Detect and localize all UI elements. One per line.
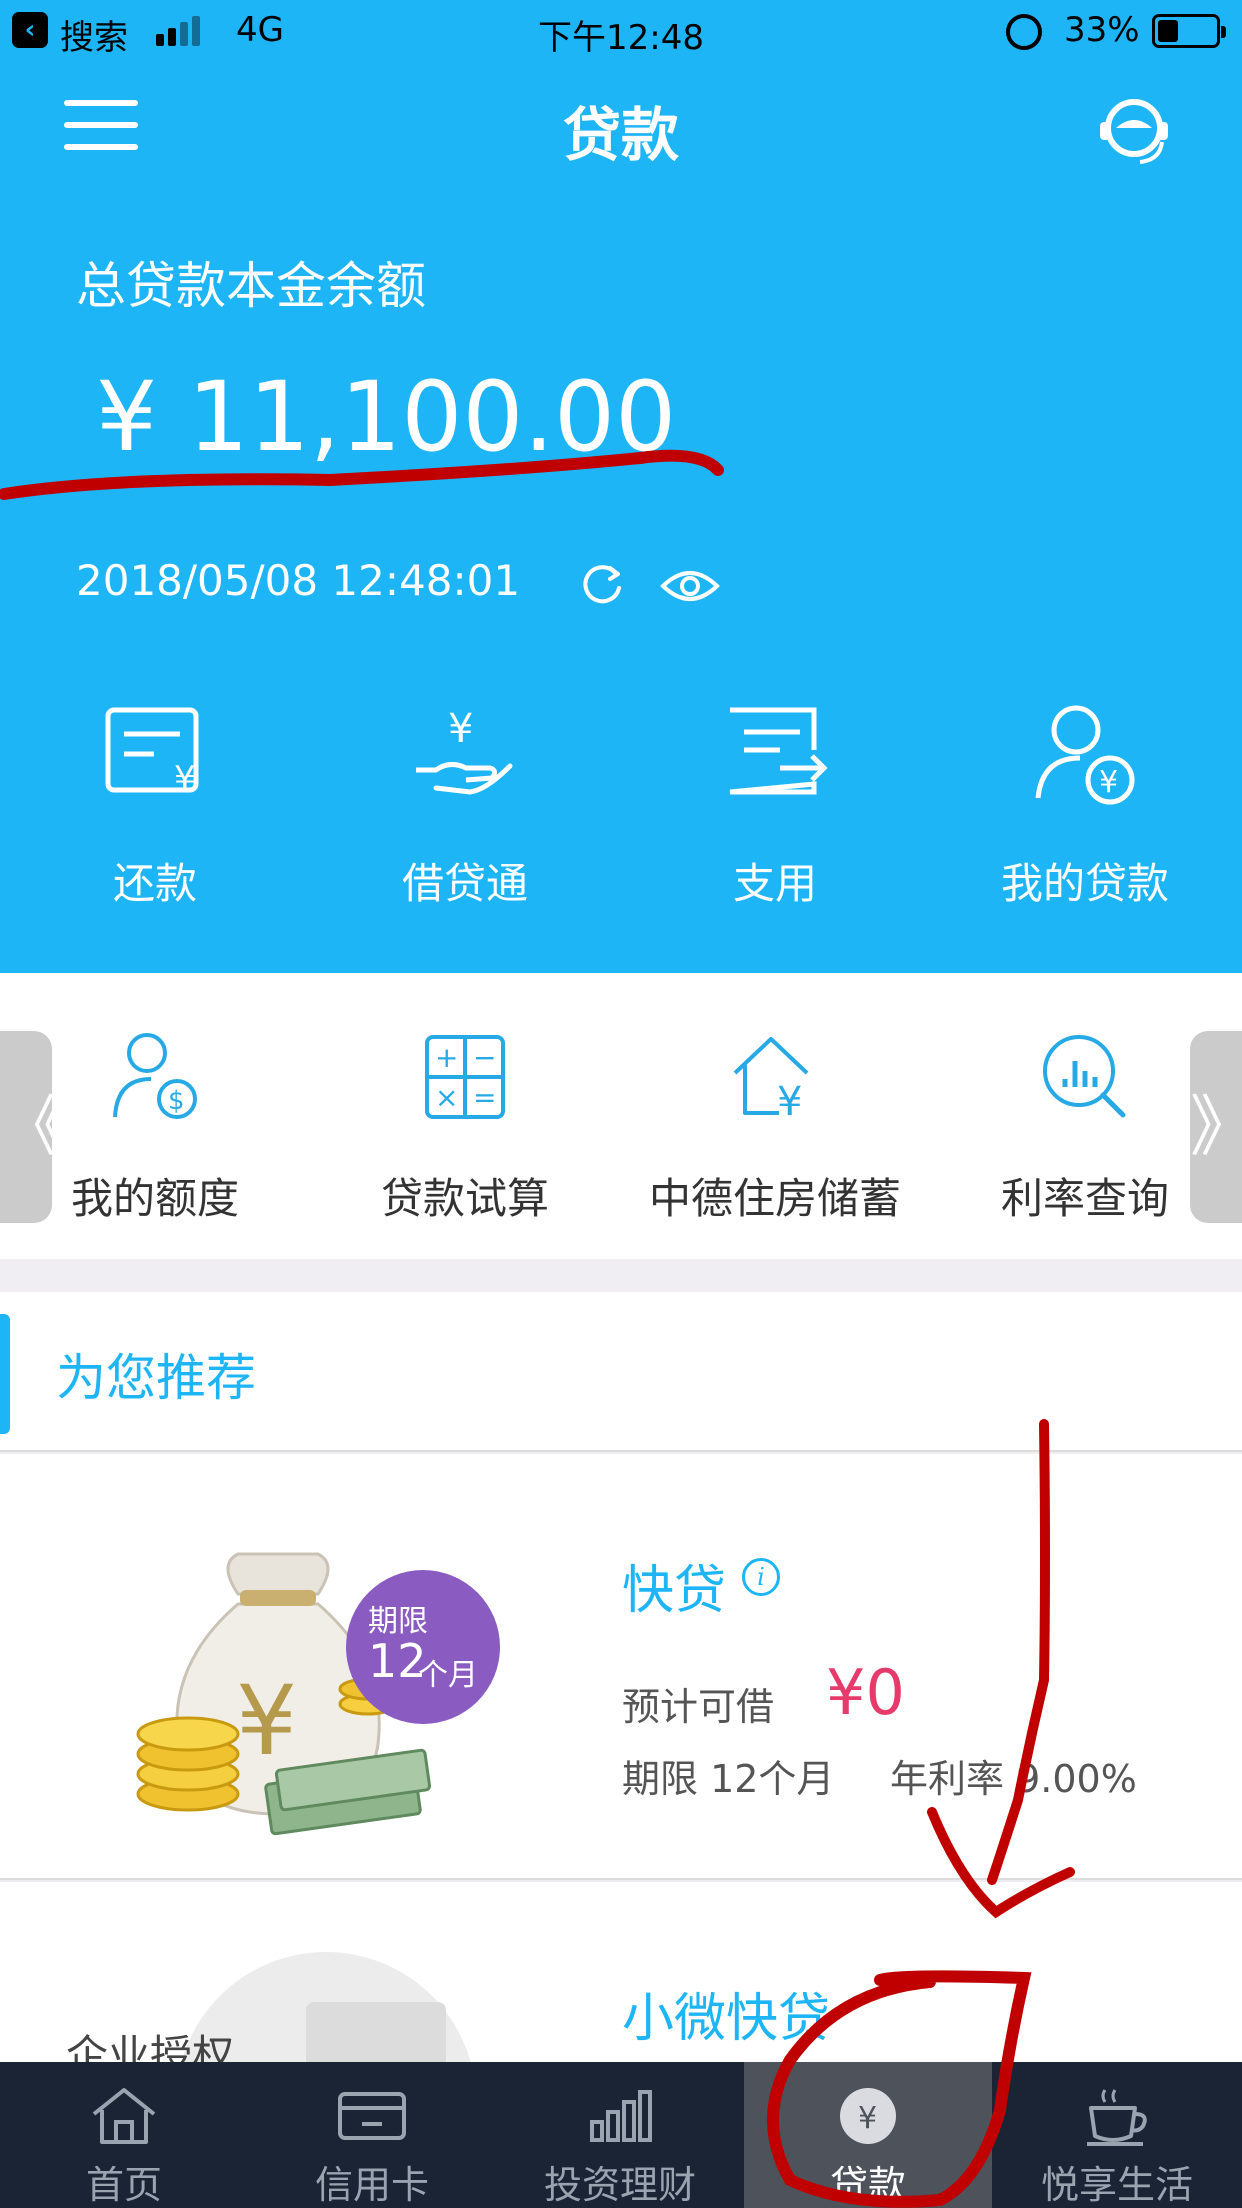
svg-text:¥: ¥ [236,1665,297,1777]
shortcut-label: 我的额度 [70,1174,239,1223]
svg-text:+: + [435,1041,458,1074]
shortcut-housing-savings[interactable]: ¥ 中德住房储蓄 [620,1029,930,1226]
refresh-icon[interactable] [578,560,626,608]
svg-text:¥: ¥ [1099,765,1118,800]
credit-card-icon [338,2092,406,2140]
estimate-amount: ¥0 [826,1656,905,1729]
user-dollar-icon: $ [113,1033,197,1119]
quick-action-jiedaitong[interactable]: ¥ 借贷通 [310,700,620,911]
chart-search-icon [1043,1035,1126,1118]
status-time: 下午12:48 [538,18,704,58]
loan-term: 期限 12个月 [622,1757,835,1801]
coffee-cup-icon [1087,2089,1147,2146]
battery-percent: 33% [1064,10,1140,50]
repay-bill-icon: ¥ [105,707,199,799]
tab-label: 首页 [85,2163,162,2207]
bar-chart-icon [590,2090,652,2142]
recommend-header: 为您推荐 [0,1292,1242,1452]
shortcut-my-credit-limit[interactable]: $ 我的额度 [0,1029,310,1226]
rotation-lock-icon [1006,14,1042,50]
quick-action-repay[interactable]: ¥ 还款 [0,700,310,911]
shortcut-label: 贷款试算 [380,1174,549,1223]
tab-label: 投资理财 [543,2163,696,2207]
page-title: 贷款 [562,101,679,169]
info-icon[interactable]: i [742,1558,780,1596]
svg-text:=: = [473,1081,496,1114]
loan-header: ‹ 搜索 4G 下午12:48 33% 贷款 总贷款本金余额 ¥ 11,100.… [0,0,1242,973]
withdraw-doc-icon [729,707,828,795]
eye-icon[interactable] [660,566,720,606]
nav-bar: 贷款 [0,70,1242,180]
annual-rate: 年利率 9.00% [890,1757,1137,1801]
svg-text:¥: ¥ [174,759,196,799]
svg-text:×: × [435,1081,458,1114]
tab-label: 信用卡 [314,2163,429,2207]
section-accent-bar [0,1314,10,1434]
customer-service-icon[interactable] [1094,90,1174,170]
shortcut-label: 利率查询 [1000,1174,1169,1223]
balance-amount: ¥ 11,100.00 [96,361,677,473]
tab-lifestyle[interactable]: 悦享生活 [992,2062,1242,2208]
balance-label: 总贷款本金余额 [76,257,426,315]
svg-text:¥: ¥ [858,2101,877,2136]
svg-text:−: − [473,1041,496,1074]
home-icon [92,2088,156,2144]
quick-action-label: 还款 [112,859,197,908]
shortcut-strip: 《 》 $ 我的额度 + − × = 贷款试算 ¥ 中德住房储蓄 [0,973,1242,1259]
tab-label: 贷款 [829,2163,906,2207]
product-card-kuaidai[interactable]: ¥ 期限 12 个月 快贷 i 预计可借 ¥0 期限 12个月 年利率 9.00… [0,1454,1242,1880]
shortcut-loan-calculator[interactable]: + − × = 贷款试算 [310,1029,620,1226]
calculator-icon: + − × = [425,1035,505,1119]
estimate-label: 预计可借 [622,1685,775,1729]
building-illustration [306,2002,446,2062]
status-bar: ‹ 搜索 4G 下午12:48 33% [0,0,1242,62]
quick-action-label: 支用 [732,859,817,908]
battery-icon [1152,14,1226,48]
quick-action-withdraw[interactable]: 支用 [620,700,930,911]
yen-coin-icon: ¥ [840,2088,896,2144]
product-name: 小微快贷 [622,1989,831,2049]
quick-action-label: 我的贷款 [1000,859,1169,908]
quick-action-my-loans[interactable]: ¥ 我的贷款 [930,700,1240,911]
shortcut-rate-query[interactable]: 利率查询 [930,1029,1240,1226]
product-card-xiaowei-kuaidai[interactable]: 企业授权 小微快贷 [0,1882,1242,2062]
product-name: 快贷 [622,1561,727,1621]
quick-action-label: 借贷通 [401,859,528,908]
shortcut-label: 中德住房储蓄 [648,1174,901,1223]
svg-text:¥: ¥ [448,706,473,752]
tab-investment[interactable]: 投资理财 [496,2062,744,2208]
tab-loan[interactable]: ¥ 贷款 [744,2062,992,2208]
bottom-tab-bar: 首页 信用卡 投资理财 ¥ 贷款 悦享生活 [0,2062,1242,2208]
svg-text:$: $ [168,1086,185,1116]
user-yen-icon: ¥ [1035,705,1135,805]
svg-text:¥: ¥ [777,1079,802,1125]
badge-term-unit: 个月 [418,1658,478,1693]
recommend-title: 为您推荐 [56,1349,256,1407]
house-yen-icon: ¥ [733,1037,809,1125]
product-image-label: 企业授权 [66,2031,235,2062]
balance-timestamp: 2018/05/08 12:48:01 [76,556,521,605]
tab-label: 悦享生活 [1040,2163,1193,2207]
tab-home[interactable]: 首页 [0,2062,248,2208]
tab-credit-card[interactable]: 信用卡 [248,2062,496,2208]
term-badge: 期限 12 个月 [346,1570,500,1724]
yen-hand-icon: ¥ [416,706,513,795]
